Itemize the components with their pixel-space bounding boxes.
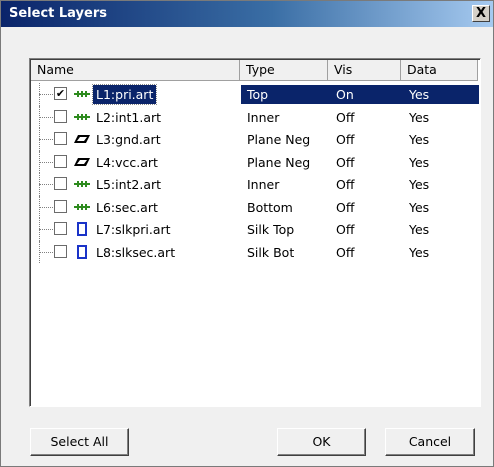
- layer-visibility: Off: [336, 109, 355, 125]
- column-header-type[interactable]: Type: [240, 60, 328, 81]
- layer-data: Yes: [409, 154, 430, 170]
- layer-row[interactable]: L8:slksec.art Silk Bot Off Yes: [31, 240, 481, 263]
- layer-data: Yes: [409, 244, 430, 260]
- layer-type: Plane Neg: [247, 132, 311, 147]
- layer-visibility: Off: [336, 154, 355, 170]
- layer-name: L1:pri.art: [91, 84, 158, 105]
- layer-name: L8:slksec.art: [96, 244, 176, 260]
- layer-type: Inner: [247, 109, 280, 125]
- layer-checkbox[interactable]: [54, 199, 67, 213]
- layer-type: Plane Neg: [247, 154, 311, 170]
- select-layers-dialog: Select Layers X Name Type Vis Data ✔ L1:p…: [0, 0, 494, 467]
- layer-name: L5:int2.art: [96, 177, 162, 192]
- trace-layer-icon: [73, 200, 91, 214]
- layer-name: L3:gnd.art: [96, 132, 161, 147]
- column-header-name[interactable]: Name: [31, 60, 240, 81]
- layer-row[interactable]: L2:int1.art Inner Off Yes: [31, 105, 481, 128]
- layer-name: L6:sec.art: [96, 199, 158, 215]
- layer-type: Silk Top: [247, 222, 295, 237]
- layer-rows: ✔ L1:pri.art Top On Yes L2:int1.art Inner Off Ye…: [31, 83, 481, 263]
- tree-line: [39, 116, 53, 118]
- layer-checkbox[interactable]: [54, 154, 67, 168]
- layer-data: Yes: [409, 109, 430, 125]
- cancel-button[interactable]: Cancel: [385, 428, 475, 456]
- layer-visibility: Off: [336, 132, 355, 147]
- tree-line: [39, 161, 53, 163]
- tree-line: [39, 251, 53, 253]
- trace-layer-icon: [73, 87, 91, 101]
- layer-visibility: Off: [336, 177, 355, 192]
- layer-row[interactable]: L4:vcc.art Plane Neg Off Yes: [31, 150, 481, 173]
- layer-type: Bottom: [247, 199, 293, 215]
- tree-line: [39, 206, 53, 208]
- layer-data: Yes: [409, 199, 430, 215]
- layer-visibility: Off: [336, 199, 355, 215]
- layer-visibility: Off: [336, 244, 355, 260]
- layer-data: Yes: [409, 132, 430, 147]
- layer-row[interactable]: L5:int2.art Inner Off Yes: [31, 173, 481, 196]
- layer-checkbox[interactable]: [54, 109, 67, 123]
- layer-row[interactable]: ✔ L1:pri.art Top On Yes: [31, 83, 481, 106]
- tree-line: [39, 94, 53, 95]
- column-header-data[interactable]: Data: [401, 60, 478, 81]
- layer-checkbox[interactable]: [54, 177, 67, 190]
- layer-type: Inner: [247, 177, 280, 192]
- layer-checkbox[interactable]: [54, 222, 67, 235]
- tree-line: [39, 229, 53, 230]
- layer-visibility: On: [336, 85, 406, 104]
- title-bar[interactable]: Select Layers X: [1, 1, 493, 27]
- trace-layer-icon: [73, 110, 91, 124]
- select-all-button[interactable]: Select All: [30, 428, 129, 456]
- column-header-vis[interactable]: Vis: [328, 60, 401, 81]
- layer-data: Yes: [409, 85, 479, 104]
- plane-layer-icon: [73, 155, 91, 169]
- layer-type: Top: [247, 85, 330, 104]
- layer-name: L4:vcc.art: [96, 154, 158, 170]
- tree-line: [39, 139, 53, 140]
- layer-name: L7:slkpri.art: [96, 222, 171, 237]
- layer-checkbox[interactable]: [54, 244, 67, 258]
- layer-checkbox[interactable]: [54, 132, 67, 145]
- layer-data: Yes: [409, 177, 430, 192]
- ok-button[interactable]: OK: [277, 428, 366, 456]
- silk-layer-icon: [73, 222, 91, 236]
- layer-row[interactable]: L7:slkpri.art Silk Top Off Yes: [31, 218, 481, 241]
- layer-checkbox[interactable]: ✔: [54, 87, 67, 100]
- layer-row[interactable]: L3:gnd.art Plane Neg Off Yes: [31, 128, 481, 151]
- layer-data: Yes: [409, 222, 430, 237]
- trace-layer-icon: [73, 177, 91, 191]
- layer-type: Silk Bot: [247, 244, 295, 260]
- close-button[interactable]: X: [472, 5, 490, 22]
- layer-list[interactable]: Name Type Vis Data ✔ L1:pri.art Top On Yes L2…: [29, 58, 481, 407]
- window-title: Select Layers: [9, 6, 107, 21]
- list-header: Name Type Vis Data: [31, 60, 481, 81]
- silk-layer-icon: [73, 244, 91, 259]
- plane-layer-icon: [73, 132, 91, 146]
- tree-line: [39, 184, 53, 185]
- layer-row[interactable]: L6:sec.art Bottom Off Yes: [31, 195, 481, 218]
- layer-visibility: Off: [336, 222, 355, 237]
- layer-name: L2:int1.art: [96, 109, 162, 125]
